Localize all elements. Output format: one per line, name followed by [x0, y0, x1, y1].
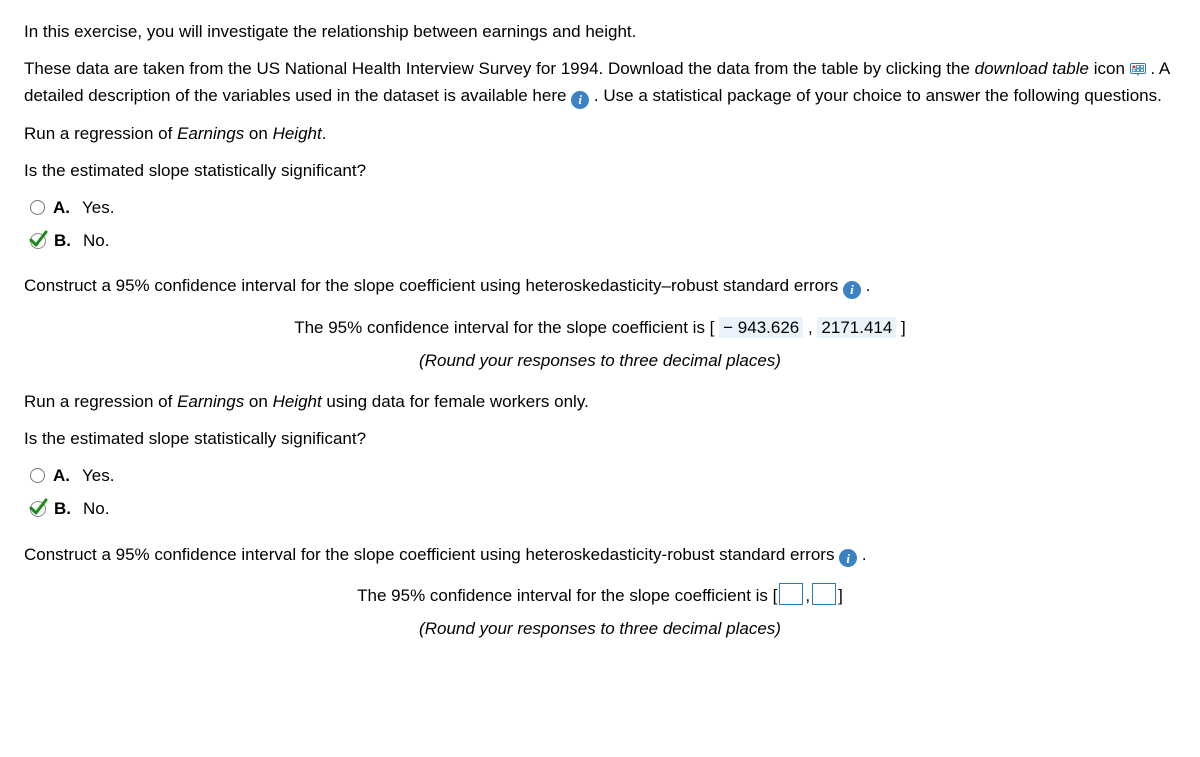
ci1-prompt: Construct a 95% confidence interval for … [24, 272, 1176, 299]
radio-empty-icon[interactable] [30, 468, 45, 483]
intro-2b: icon [1089, 59, 1130, 78]
ci1-answer-line: The 95% confidence interval for the slop… [24, 314, 1176, 341]
q1-line1b: on [244, 124, 272, 143]
q2-line1b: on [244, 392, 272, 411]
info-icon[interactable]: i [839, 549, 857, 567]
q2-a-letter: A. [53, 462, 70, 489]
ci1-prompt-b: . [861, 276, 870, 295]
q1-line1c: . [322, 124, 327, 143]
q2-b-text: No. [83, 495, 109, 522]
intro-line-1: In this exercise, you will investigate t… [24, 18, 1176, 45]
intro-2a: These data are taken from the US Nationa… [24, 59, 975, 78]
info-icon[interactable]: i [571, 91, 589, 109]
ci1-upper-input[interactable]: 2171.414 [817, 317, 896, 338]
ci2-hint: (Round your responses to three decimal p… [24, 615, 1176, 642]
ci2-lower-input[interactable] [779, 583, 803, 605]
q1-a-text: Yes. [82, 194, 114, 221]
q2-earnings-it: Earnings [177, 392, 244, 411]
q2-line1a: Run a regression of [24, 392, 177, 411]
ci2-prompt-b: . [857, 545, 866, 564]
q1-a-letter: A. [53, 194, 70, 221]
ci1-lower-input[interactable]: − 943.626 [719, 317, 803, 338]
q1-line2: Is the estimated slope statistically sig… [24, 157, 1176, 184]
ci2-prompt: Construct a 95% confidence interval for … [24, 541, 1176, 568]
intro-2d: . Use a statistical package of your choi… [594, 86, 1162, 105]
ci2-close: ] [838, 586, 843, 605]
q1-earnings-it: Earnings [177, 124, 244, 143]
q2-choices: A. Yes. B. No. [30, 462, 1176, 522]
q2-line2: Is the estimated slope statistically sig… [24, 425, 1176, 452]
q2-line1c: using data for female workers only. [322, 392, 589, 411]
q1-line1a: Run a regression of [24, 124, 177, 143]
radio-checked-icon[interactable] [30, 233, 46, 249]
q2-height-it: Height [273, 392, 322, 411]
q2-line1: Run a regression of Earnings on Height u… [24, 388, 1176, 415]
ci1-close: ] [896, 318, 905, 337]
ci2-sep: , [805, 586, 810, 605]
q2-b-letter: B. [54, 495, 71, 522]
q2-option-a[interactable]: A. Yes. [30, 462, 1176, 489]
q1-choices: A. Yes. B. No. [30, 194, 1176, 254]
q1-b-letter: B. [54, 227, 71, 254]
q1-height-it: Height [273, 124, 322, 143]
ci1-label: The 95% confidence interval for the slop… [294, 318, 719, 337]
q1-option-a[interactable]: A. Yes. [30, 194, 1176, 221]
ci2-answer-line: The 95% confidence interval for the slop… [24, 582, 1176, 609]
ci2-label: The 95% confidence interval for the slop… [357, 586, 777, 605]
download-table-italic: download table [975, 59, 1089, 78]
radio-checked-icon[interactable] [30, 501, 46, 517]
q1-line1: Run a regression of Earnings on Height. [24, 120, 1176, 147]
ci2-prompt-a: Construct a 95% confidence interval for … [24, 545, 839, 564]
ci1-hint: (Round your responses to three decimal p… [24, 347, 1176, 374]
intro-line-2: These data are taken from the US Nationa… [24, 55, 1176, 109]
q2-a-text: Yes. [82, 462, 114, 489]
ci1-prompt-a: Construct a 95% confidence interval for … [24, 276, 843, 295]
q2-option-b[interactable]: B. No. [30, 495, 1176, 522]
info-icon[interactable]: i [843, 281, 861, 299]
ci2-upper-input[interactable] [812, 583, 836, 605]
download-table-icon[interactable] [1130, 63, 1146, 76]
radio-empty-icon[interactable] [30, 200, 45, 215]
ci1-sep: , [803, 318, 817, 337]
q1-option-b[interactable]: B. No. [30, 227, 1176, 254]
q1-b-text: No. [83, 227, 109, 254]
